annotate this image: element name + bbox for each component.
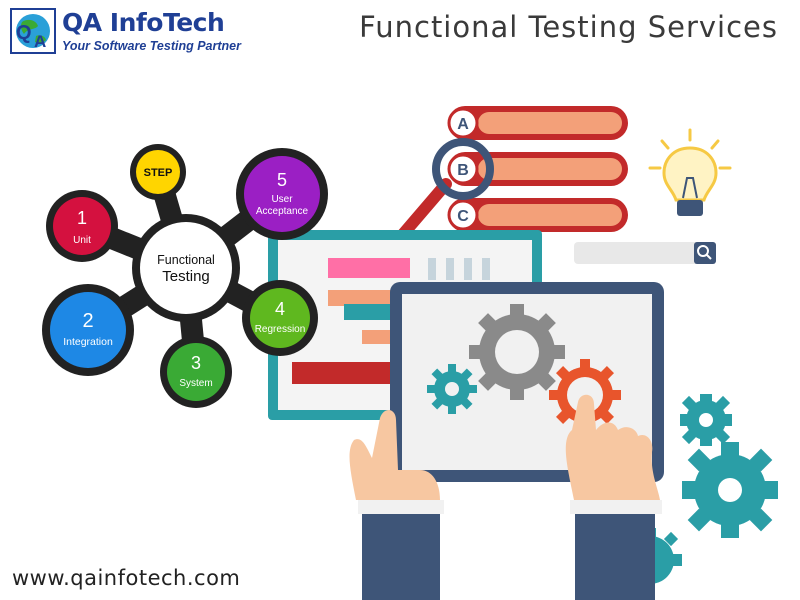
option-row-a: A	[447, 106, 628, 140]
gear-icon	[427, 364, 477, 414]
gear-icon	[469, 304, 565, 400]
step-node-user-acceptance: 5 User Acceptance	[244, 156, 320, 232]
gear-icon	[680, 394, 732, 446]
step-label: User	[271, 194, 293, 205]
center-node: Functional Testing	[140, 222, 232, 314]
step-number: 1	[77, 208, 87, 228]
step-number: 4	[275, 299, 285, 319]
options-list: A B C	[447, 106, 628, 232]
step-label: System	[179, 378, 212, 389]
step-node-system: 3 System	[167, 343, 225, 401]
step-node-integration: 2 Integration	[50, 292, 126, 368]
step-label: Integration	[63, 336, 113, 348]
step-number: 3	[191, 353, 201, 373]
step-badge-label: STEP	[144, 167, 173, 179]
option-letter-c: C	[457, 208, 469, 225]
step-label: Regression	[255, 324, 306, 335]
center-label-line1: Functional	[157, 253, 215, 267]
center-label-line2: Testing	[162, 268, 210, 285]
website-url: www.qainfotech.com	[12, 566, 241, 590]
option-row-c: C	[447, 198, 628, 232]
step-number: 5	[277, 170, 287, 190]
step-label-line2: Acceptance	[256, 206, 309, 217]
step-node-regression: 4 Regression	[250, 288, 310, 348]
option-letter-a: A	[457, 116, 469, 133]
step-node-unit: 1 Unit	[53, 197, 111, 255]
illustration: A B C Functional Testing STEP 1 Unit 2 I…	[42, 106, 778, 600]
step-label: Unit	[73, 235, 91, 246]
gear-icon	[682, 442, 778, 538]
lightbulb-icon	[648, 128, 732, 216]
option-row-b: B	[447, 152, 628, 186]
search-bar	[574, 242, 716, 264]
option-letter-b: B	[457, 162, 469, 179]
step-badge: STEP	[136, 150, 180, 194]
step-number: 2	[82, 310, 93, 332]
